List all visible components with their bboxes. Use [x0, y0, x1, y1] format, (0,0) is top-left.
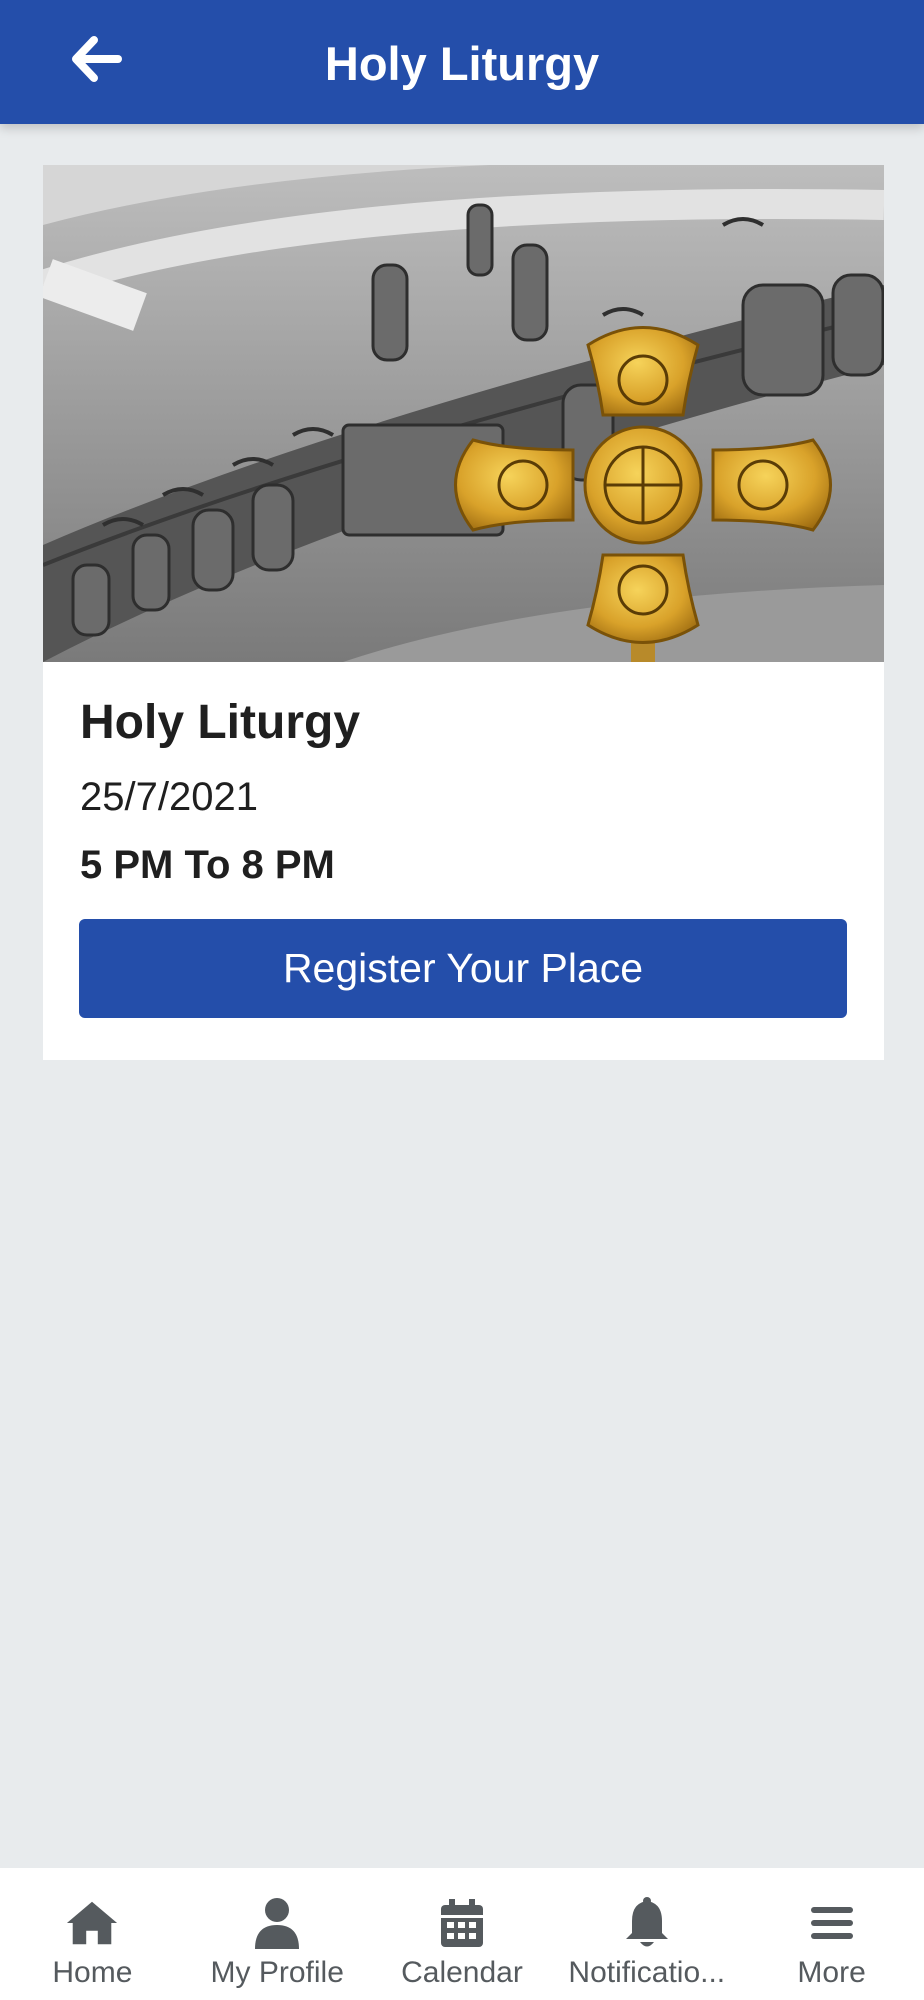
- home-icon: [65, 1896, 119, 1950]
- bell-icon: [620, 1896, 674, 1950]
- nav-label-notifications: Notificatio...: [568, 1956, 726, 1989]
- nav-item-notifications[interactable]: Notificatio...: [554, 1868, 739, 2000]
- calendar-icon: [435, 1896, 489, 1950]
- register-button[interactable]: Register Your Place: [79, 919, 847, 1018]
- menu-icon: [805, 1896, 859, 1950]
- bottom-navigation: Home My Profile Calendar Notificatio... …: [0, 1868, 924, 2000]
- nav-item-my-profile[interactable]: My Profile: [185, 1868, 370, 2000]
- event-title: Holy Liturgy: [80, 696, 361, 749]
- event-time: 5 PM To 8 PM: [80, 843, 335, 887]
- nav-label-my-profile: My Profile: [210, 1956, 344, 1989]
- nav-item-more[interactable]: More: [739, 1868, 924, 2000]
- nav-label-calendar: Calendar: [401, 1956, 523, 1989]
- event-card: Holy Liturgy 25/7/2021 5 PM To 8 PM Regi…: [43, 165, 884, 1060]
- app-bar: Holy Liturgy: [0, 0, 924, 124]
- nav-item-calendar[interactable]: Calendar: [370, 1868, 555, 2000]
- nav-label-more: More: [797, 1956, 866, 1989]
- arrow-left-icon: [72, 36, 122, 82]
- nav-item-home[interactable]: Home: [0, 1868, 185, 2000]
- event-date: 25/7/2021: [80, 775, 258, 819]
- back-button[interactable]: [64, 24, 128, 94]
- user-icon: [250, 1896, 304, 1950]
- nav-label-home: Home: [52, 1956, 133, 1989]
- page-title: Holy Liturgy: [324, 36, 600, 90]
- event-image: [43, 165, 884, 662]
